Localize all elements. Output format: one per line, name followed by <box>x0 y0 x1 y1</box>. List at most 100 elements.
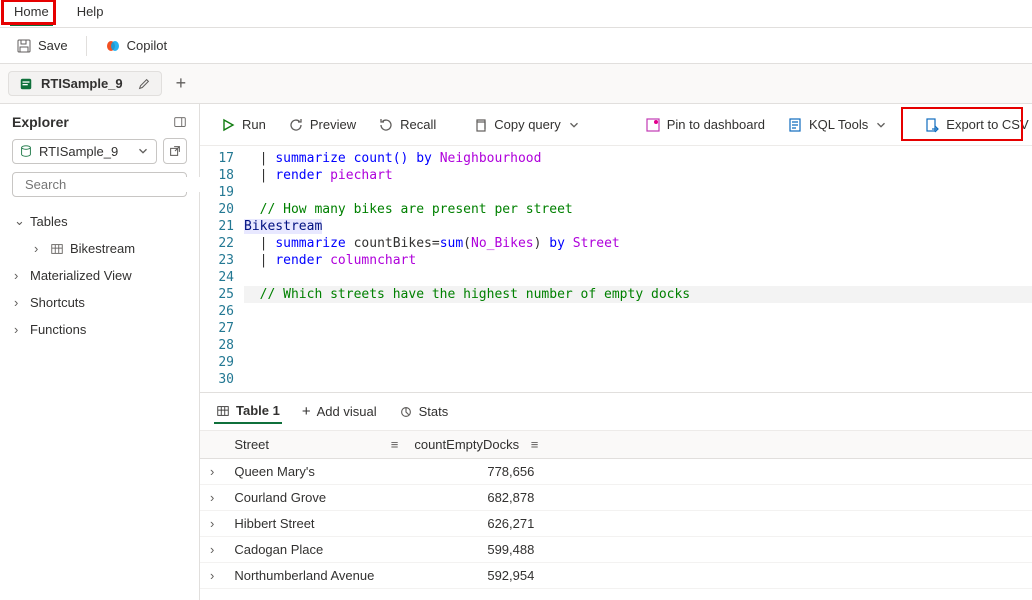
copy-query-label: Copy query <box>494 117 560 132</box>
results-panel: Table 1 + Add visual Stats Street ≡ <box>200 392 1032 600</box>
menu-help[interactable]: Help <box>63 0 118 27</box>
preview-button[interactable]: Preview <box>280 113 364 137</box>
expand-row-icon[interactable]: › <box>200 511 224 537</box>
pin-label: Pin to dashboard <box>667 117 765 132</box>
copilot-button[interactable]: Copilot <box>95 34 177 58</box>
table-icon <box>216 404 230 418</box>
cell-street: Hibbert Street <box>224 511 404 537</box>
tab-table-label: Table 1 <box>236 403 280 418</box>
chevron-right-icon: › <box>14 268 24 283</box>
cell-street: Northumberland Avenue <box>224 563 404 589</box>
save-icon <box>16 38 32 54</box>
plus-icon: + <box>302 403 311 420</box>
run-button[interactable]: Run <box>212 113 274 137</box>
table-row[interactable]: ›Northumberland Avenue592,954 <box>200 563 1032 589</box>
chevron-down-icon <box>874 118 888 132</box>
ribbon-toolbar: Save Copilot <box>0 28 1032 64</box>
tree-functions-label: Functions <box>30 322 86 337</box>
export-csv-label: Export to CSV <box>946 117 1028 132</box>
pin-dashboard-button[interactable]: Pin to dashboard <box>637 113 773 137</box>
export-icon <box>924 117 940 133</box>
expand-row-icon[interactable]: › <box>200 537 224 563</box>
kql-tools-button[interactable]: KQL Tools <box>779 113 896 137</box>
cell-docks: 592,954 <box>404 563 544 589</box>
results-tabs: Table 1 + Add visual Stats <box>200 393 1032 431</box>
table-row[interactable]: ›Cadogan Place599,488 <box>200 537 1032 563</box>
table-row[interactable]: ›Queen Mary's778,656 <box>200 459 1032 485</box>
explorer-tree: ⌄ Tables › Bikestream › Materialized Vie… <box>0 207 199 343</box>
tree-shortcuts[interactable]: › Shortcuts <box>6 289 193 316</box>
database-name: RTISample_9 <box>39 144 118 159</box>
cell-street: Queen Mary's <box>224 459 404 485</box>
new-tab-button[interactable]: + <box>170 73 193 94</box>
code-editor[interactable]: 1718192021222324252627282930 | summarize… <box>200 146 1032 392</box>
expand-row-icon[interactable]: › <box>200 563 224 589</box>
file-tab-name: RTISample_9 <box>41 76 123 91</box>
tab-addvisual-label: Add visual <box>317 404 377 419</box>
results-grid[interactable]: Street ≡ countEmptyDocks ≡ ›Queen Mary's77… <box>200 431 1032 589</box>
panel-collapse-icon[interactable] <box>173 115 187 129</box>
kql-file-icon <box>19 77 33 91</box>
top-menu: Home Help <box>0 0 1032 28</box>
tree-shortcuts-label: Shortcuts <box>30 295 85 310</box>
chevron-right-icon: › <box>34 241 44 256</box>
recall-icon <box>378 117 394 133</box>
pencil-icon[interactable] <box>137 77 151 91</box>
chevron-right-icon: › <box>14 322 24 337</box>
pin-icon <box>645 117 661 133</box>
tree-matview-label: Materialized View <box>30 268 132 283</box>
explorer-sidebar: Explorer RTISample_9 ⌄ Tables <box>0 104 200 600</box>
copy-query-button[interactable]: Copy query <box>464 113 588 137</box>
recall-button[interactable]: Recall <box>370 113 444 137</box>
query-action-bar: Run Preview Recall Copy query Pin to das… <box>200 104 1032 146</box>
main-area: Explorer RTISample_9 ⌄ Tables <box>0 104 1032 600</box>
expand-row-icon[interactable]: › <box>200 485 224 511</box>
database-icon <box>19 144 33 158</box>
tree-matview[interactable]: › Materialized View <box>6 262 193 289</box>
cell-docks: 599,488 <box>404 537 544 563</box>
chevron-down-icon <box>136 144 150 158</box>
save-label: Save <box>38 38 68 53</box>
play-icon <box>220 117 236 133</box>
col-docks[interactable]: countEmptyDocks <box>414 437 519 452</box>
cell-docks: 682,878 <box>404 485 544 511</box>
cell-street: Courland Grove <box>224 485 404 511</box>
file-tab-rtisample[interactable]: RTISample_9 <box>8 71 162 96</box>
recall-label: Recall <box>400 117 436 132</box>
stats-icon <box>399 405 413 419</box>
divider <box>86 36 87 56</box>
editor-content: Run Preview Recall Copy query Pin to das… <box>200 104 1032 600</box>
col-street[interactable]: Street <box>234 437 269 452</box>
tools-icon <box>787 117 803 133</box>
search-input[interactable] <box>25 177 201 192</box>
sort-icon[interactable]: ≡ <box>391 437 399 452</box>
popout-icon <box>168 144 182 158</box>
table-row[interactable]: ›Courland Grove682,878 <box>200 485 1032 511</box>
run-label: Run <box>242 117 266 132</box>
expand-row-icon[interactable]: › <box>200 459 224 485</box>
explorer-search[interactable] <box>12 172 187 197</box>
database-selector[interactable]: RTISample_9 <box>12 139 157 164</box>
tree-bikestream-label: Bikestream <box>70 241 135 256</box>
tree-tables[interactable]: ⌄ Tables <box>6 207 193 235</box>
menu-home[interactable]: Home <box>0 0 63 27</box>
tree-functions[interactable]: › Functions <box>6 316 193 343</box>
copilot-label: Copilot <box>127 38 167 53</box>
explorer-title: Explorer <box>12 114 69 130</box>
kql-tools-label: KQL Tools <box>809 117 868 132</box>
table-row[interactable]: ›Hibbert Street626,271 <box>200 511 1032 537</box>
chevron-down-icon: ⌄ <box>14 213 24 229</box>
results-tab-table[interactable]: Table 1 <box>214 399 282 424</box>
copilot-icon <box>105 38 121 54</box>
popout-button[interactable] <box>163 138 187 164</box>
chevron-right-icon: › <box>14 295 24 310</box>
results-tab-addvisual[interactable]: + Add visual <box>300 399 379 424</box>
cell-street: Cadogan Place <box>224 537 404 563</box>
export-csv-button[interactable]: Export to CSV <box>916 113 1032 137</box>
preview-label: Preview <box>310 117 356 132</box>
tree-bikestream[interactable]: › Bikestream <box>6 235 193 262</box>
results-tab-stats[interactable]: Stats <box>397 400 451 423</box>
cell-docks: 626,271 <box>404 511 544 537</box>
sort-icon[interactable]: ≡ <box>531 437 539 452</box>
save-button[interactable]: Save <box>6 34 78 58</box>
